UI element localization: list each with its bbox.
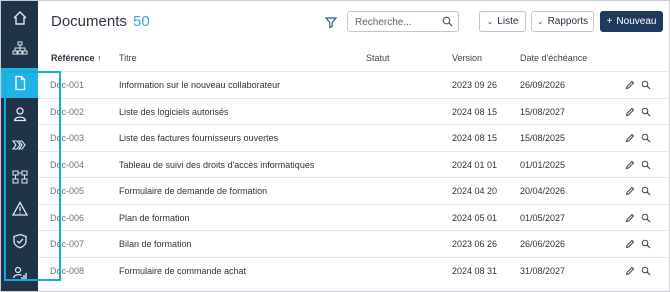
- sidebar-item-users[interactable]: [1, 101, 38, 127]
- column-header-reference[interactable]: Référence ↑: [51, 53, 102, 63]
- edit-pencil-icon[interactable]: [625, 107, 635, 117]
- row-version: 2024 08 15: [452, 106, 498, 117]
- table-row[interactable]: Doc-004 Tableau de suivi des droits d'ac…: [38, 150, 669, 178]
- view-magnifier-icon[interactable]: [641, 160, 651, 170]
- reports-button[interactable]: ⌄ Rapports: [531, 11, 594, 32]
- row-version: 2024 05 01: [452, 212, 498, 223]
- view-magnifier-icon[interactable]: [641, 213, 651, 223]
- column-header-due-date[interactable]: Date d'échéance: [520, 53, 587, 63]
- table-row[interactable]: Doc-006 Plan de formation 2024 05 01 01/…: [38, 203, 669, 231]
- row-reference: Doc-001: [50, 80, 85, 90]
- row-reference: Doc-007: [50, 239, 85, 249]
- row-version: 2024 01 01: [452, 159, 498, 170]
- row-title: Formulaire de commande achat: [119, 265, 247, 276]
- edit-pencil-icon[interactable]: [625, 266, 635, 276]
- edit-pencil-icon[interactable]: [625, 80, 635, 90]
- row-due-date: 26/09/2026: [520, 80, 566, 90]
- main-content: Documents - 50 ⌄ Liste ⌄ Rapports + Nouv…: [38, 1, 669, 291]
- search-box: [347, 11, 459, 32]
- process-arrows-icon: [11, 140, 26, 150]
- page-title: Documents: [51, 13, 127, 30]
- view-magnifier-icon[interactable]: [641, 266, 651, 276]
- sidebar-item-security[interactable]: [1, 228, 38, 254]
- row-title: Liste des logiciels autorisés: [119, 106, 229, 117]
- org-chart-icon: [12, 41, 27, 55]
- home-icon: [13, 11, 26, 25]
- view-magnifier-icon[interactable]: [641, 186, 651, 196]
- row-title: Plan de formation: [119, 212, 190, 223]
- edit-pencil-icon[interactable]: [625, 186, 635, 196]
- shield-check-icon: [12, 233, 27, 249]
- title-separator: -: [118, 13, 122, 27]
- row-title: Tableau de suivi des droits d'accès info…: [119, 159, 315, 170]
- row-reference: Doc-008: [50, 265, 85, 276]
- list-view-label: Liste: [497, 16, 519, 27]
- chevron-down-icon: ⌄: [536, 17, 544, 26]
- table-row[interactable]: Doc-003 Liste des factures fournisseurs …: [38, 124, 669, 151]
- new-document-label: Nouveau: [616, 16, 657, 27]
- reports-label: Rapports: [547, 16, 589, 27]
- view-magnifier-icon[interactable]: [641, 107, 651, 117]
- new-document-button[interactable]: + Nouveau: [600, 11, 663, 32]
- row-due-date: 15/08/2027: [520, 106, 566, 117]
- search-input[interactable]: [353, 13, 445, 32]
- row-reference: Doc-002: [50, 106, 85, 117]
- row-title: Information sur le nouveau collaborateur: [119, 80, 281, 90]
- row-due-date: 26/06/2026: [520, 239, 566, 249]
- hierarchy-icon: [12, 170, 27, 184]
- sidebar-item-processes[interactable]: [1, 132, 38, 158]
- sidebar-item-organization[interactable]: [1, 35, 38, 61]
- app-window: Documents - 50 ⌄ Liste ⌄ Rapports + Nouv…: [0, 0, 670, 292]
- sidebar-item-documents[interactable]: [1, 68, 38, 98]
- row-reference: Doc-003: [50, 133, 85, 143]
- row-reference: Doc-005: [50, 186, 85, 196]
- table-row[interactable]: Doc-005 Formulaire de demande de formati…: [38, 177, 669, 204]
- column-header-version[interactable]: Version: [452, 53, 482, 63]
- sidebar-item-reporting[interactable]: [1, 260, 38, 286]
- row-title: Bilan de formation: [119, 239, 192, 249]
- sidebar-item-risks[interactable]: [1, 196, 38, 222]
- row-due-date: 15/08/2025: [520, 133, 566, 143]
- row-title: Liste des factures fournisseurs ouvertes: [119, 133, 279, 143]
- sidebar-item-home[interactable]: [1, 5, 38, 31]
- view-magnifier-icon[interactable]: [641, 80, 651, 90]
- row-version: 2024 08 31: [452, 265, 498, 276]
- edit-pencil-icon[interactable]: [625, 160, 635, 170]
- filter-icon[interactable]: [324, 15, 338, 29]
- sidebar-item-hierarchy[interactable]: [1, 164, 38, 190]
- row-due-date: 31/08/2027: [520, 265, 566, 276]
- column-header-title[interactable]: Titre: [119, 53, 137, 63]
- view-magnifier-icon[interactable]: [641, 133, 651, 143]
- row-reference: Doc-004: [50, 159, 85, 170]
- column-header-status[interactable]: Statut: [366, 53, 390, 63]
- search-icon[interactable]: [442, 16, 453, 27]
- user-icon: [13, 107, 26, 122]
- edit-pencil-icon[interactable]: [625, 213, 635, 223]
- document-count: 50: [133, 13, 150, 30]
- row-version: 2024 08 15: [452, 133, 498, 143]
- sidebar: [1, 1, 38, 291]
- user-chart-icon: [12, 266, 27, 280]
- table-row[interactable]: Doc-007 Bilan de formation 2023 06 26 26…: [38, 230, 669, 257]
- warning-icon: [11, 201, 28, 216]
- table-row[interactable]: Doc-002 Liste des logiciels autorisés 20…: [38, 97, 669, 125]
- edit-pencil-icon[interactable]: [625, 239, 635, 249]
- chevron-down-icon: ⌄: [486, 17, 494, 26]
- row-due-date: 01/01/2025: [520, 159, 566, 170]
- row-reference: Doc-006: [50, 212, 85, 223]
- row-version: 2024 04 20: [452, 186, 498, 196]
- plus-icon: +: [606, 16, 613, 27]
- row-due-date: 20/04/2026: [520, 186, 566, 196]
- table-row[interactable]: Doc-001 Information sur le nouveau colla…: [38, 71, 669, 98]
- table-row[interactable]: Doc-008 Formulaire de commande achat 202…: [38, 256, 669, 284]
- view-magnifier-icon[interactable]: [641, 239, 651, 249]
- row-due-date: 01/05/2027: [520, 212, 566, 223]
- row-version: 2023 06 26: [452, 239, 498, 249]
- edit-pencil-icon[interactable]: [625, 133, 635, 143]
- row-version: 2023 09 26: [452, 80, 498, 90]
- list-view-button[interactable]: ⌄ Liste: [479, 11, 526, 32]
- document-icon: [14, 75, 25, 91]
- row-title: Formulaire de demande de formation: [119, 186, 268, 196]
